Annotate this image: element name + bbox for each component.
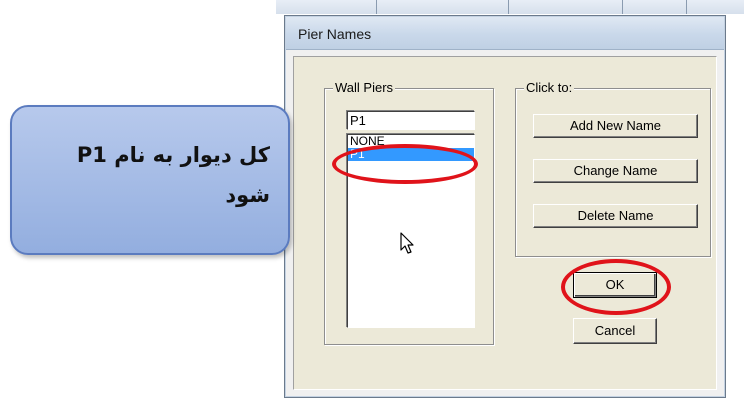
background-divider: [622, 0, 623, 14]
background-divider: [376, 0, 377, 14]
dialog-titlebar[interactable]: Pier Names: [286, 17, 724, 50]
pier-name-input[interactable]: P1: [347, 111, 475, 130]
annotation-text: کل دیوار به نام P1 شود: [76, 143, 270, 207]
cancel-button[interactable]: Cancel: [573, 318, 657, 344]
background-divider: [508, 0, 509, 14]
wall-piers-group-label: Wall Piers: [333, 80, 396, 95]
background-divider: [686, 0, 687, 14]
delete-name-button[interactable]: Delete Name: [533, 204, 698, 228]
highlight-ellipse-p1: [332, 144, 478, 184]
add-new-name-button[interactable]: Add New Name: [533, 114, 698, 138]
highlight-ellipse-ok: [561, 259, 671, 315]
background-window-strip: [276, 0, 744, 14]
mouse-pointer-icon: [400, 232, 414, 254]
dialog-title: Pier Names: [298, 26, 372, 42]
click-to-group-label: Click to:: [524, 80, 575, 95]
change-name-button[interactable]: Change Name: [533, 159, 698, 183]
annotation-callout: کل دیوار به نام P1 شود: [10, 105, 290, 255]
